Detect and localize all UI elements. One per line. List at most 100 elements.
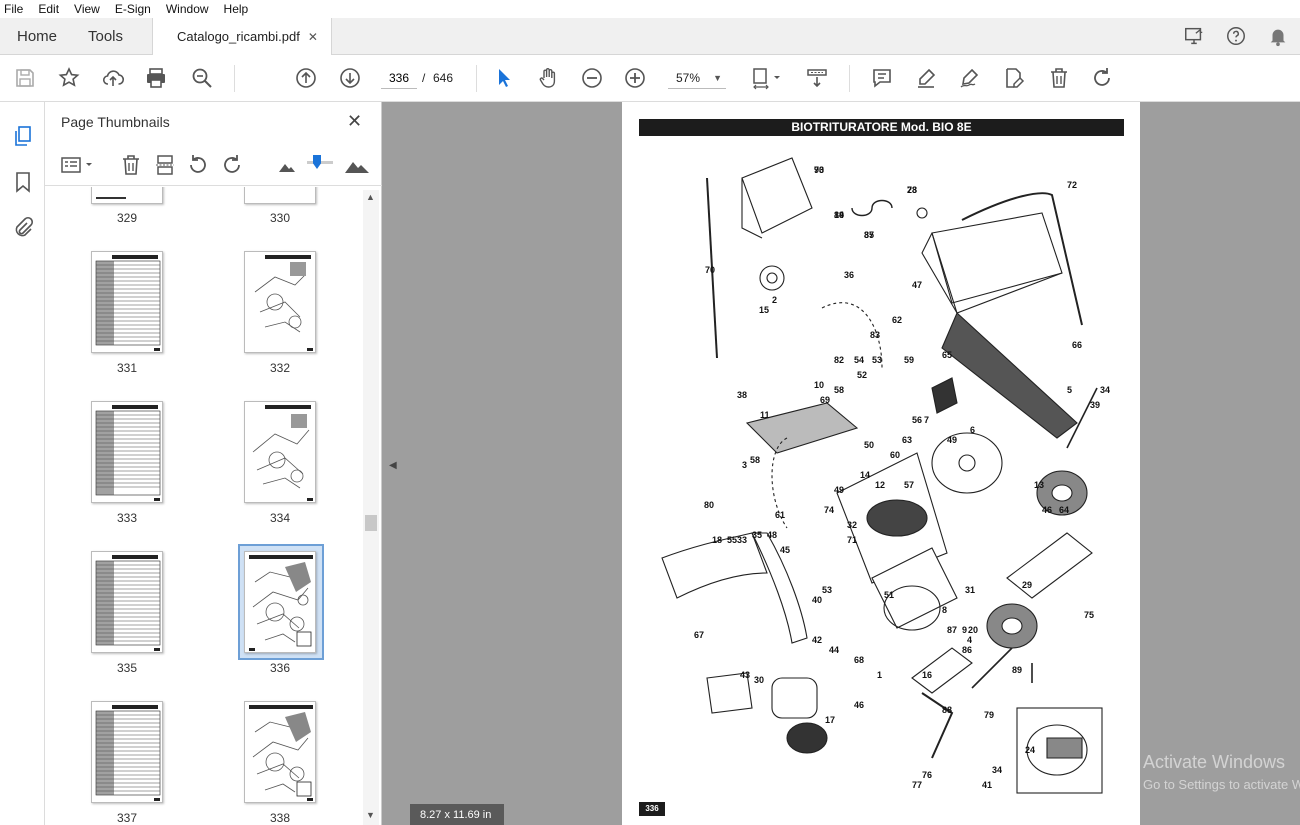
- part-number-label: 56: [912, 415, 922, 425]
- page-thumbnail-330[interactable]: [244, 187, 316, 204]
- delete-trash-icon[interactable]: [1047, 66, 1071, 90]
- page-thumbnail-333[interactable]: [91, 401, 163, 503]
- part-number-label: 80: [704, 500, 714, 510]
- page-thumbnail-334[interactable]: [244, 401, 316, 503]
- part-number-label: 41: [982, 780, 992, 790]
- part-number-label: 4: [967, 635, 972, 645]
- attachments-paperclip-icon[interactable]: [11, 216, 35, 240]
- next-page-icon[interactable]: [338, 66, 362, 90]
- menu-edit[interactable]: Edit: [38, 2, 59, 16]
- upload-cloud-icon[interactable]: [101, 66, 125, 90]
- total-pages: 646: [433, 71, 454, 85]
- scroll-mode-icon[interactable]: [805, 66, 829, 90]
- thumbnail-list: 329 330 331 332 333 334 335 336 337 338: [45, 187, 365, 825]
- part-number-label: 55: [727, 535, 737, 545]
- draw-sign-icon[interactable]: [958, 66, 982, 90]
- part-number-label: 33: [737, 535, 747, 545]
- page-footer-number: 336: [639, 802, 665, 816]
- notification-bell-icon[interactable]: [1267, 25, 1289, 47]
- smaller-thumbnails-icon[interactable]: [275, 153, 299, 177]
- thumbnail-options-icon[interactable]: [60, 153, 96, 177]
- save-icon[interactable]: [13, 66, 37, 90]
- page-thumbnail-332[interactable]: [244, 251, 316, 353]
- menu-bar: File Edit View E-Sign Window Help: [0, 0, 1300, 18]
- collapse-panel-arrow-icon[interactable]: ◀: [389, 460, 397, 471]
- page-number-input[interactable]: [381, 67, 417, 89]
- chevron-down-icon: ▼: [713, 73, 722, 83]
- part-number-label: 20: [968, 625, 978, 635]
- part-number-label: 74: [824, 505, 834, 515]
- tab-document[interactable]: Catalogo_ricambi.pdf ✕: [152, 18, 332, 55]
- larger-thumbnails-icon[interactable]: [343, 153, 371, 177]
- menu-help[interactable]: Help: [224, 2, 249, 16]
- previous-page-icon[interactable]: [294, 66, 318, 90]
- zoom-out-icon[interactable]: [580, 66, 604, 90]
- edit-pdf-icon[interactable]: [1002, 66, 1026, 90]
- help-icon[interactable]: [1225, 25, 1247, 47]
- part-number-label: 54: [854, 355, 864, 365]
- page-header-title: BIOTRITURATORE Mod. BIO 8E: [639, 119, 1124, 136]
- page-thumbnail-331[interactable]: [91, 251, 163, 353]
- page-thumbnail-338[interactable]: [244, 701, 316, 803]
- tab-document-label: Catalogo_ricambi.pdf: [177, 29, 300, 44]
- part-number-label: 44: [829, 645, 839, 655]
- zoom-in-icon[interactable]: [623, 66, 647, 90]
- part-number-label: 53: [872, 355, 882, 365]
- menu-window[interactable]: Window: [166, 2, 209, 16]
- thumbnail-toolbar: [45, 146, 382, 186]
- menu-esign[interactable]: E-Sign: [115, 2, 151, 16]
- thumbnail-size-slider-handle[interactable]: [313, 155, 321, 169]
- part-number-label: 29: [1022, 580, 1032, 590]
- rotate-icon[interactable]: [1090, 66, 1114, 90]
- part-number-label: 87: [947, 625, 957, 635]
- zoom-level-dropdown[interactable]: 57% ▼: [668, 67, 726, 89]
- close-tab-icon[interactable]: ✕: [308, 30, 318, 44]
- share-screen-icon[interactable]: [1183, 25, 1205, 47]
- bookmarks-icon[interactable]: [11, 170, 35, 194]
- insert-page-icon[interactable]: [153, 153, 177, 177]
- part-number-label: 39: [1090, 400, 1100, 410]
- part-number-label: 79: [984, 710, 994, 720]
- page-fit-icon[interactable]: [750, 66, 784, 90]
- menu-file[interactable]: File: [4, 2, 23, 16]
- highlight-pen-icon[interactable]: [914, 66, 938, 90]
- zoom-level-value: 57%: [676, 71, 701, 85]
- thumbnail-scrollbar[interactable]: ▲ ▼: [363, 190, 379, 825]
- part-number-label: 1: [877, 670, 882, 680]
- part-number-label: 8: [942, 605, 947, 615]
- menu-view[interactable]: View: [74, 2, 100, 16]
- page-thumbnail-335[interactable]: [91, 551, 163, 653]
- print-icon[interactable]: [144, 66, 168, 90]
- part-number-label: 34: [992, 765, 1002, 775]
- comment-icon[interactable]: [870, 66, 894, 90]
- part-number-label: 88: [942, 705, 952, 715]
- select-cursor-icon[interactable]: [492, 66, 516, 90]
- hand-pan-icon[interactable]: [536, 66, 560, 90]
- part-number-label: 12: [875, 480, 885, 490]
- delete-page-icon[interactable]: [119, 153, 143, 177]
- part-number-label: 58: [750, 455, 760, 465]
- scroll-down-icon[interactable]: ▼: [366, 810, 375, 820]
- bookmark-star-icon[interactable]: [57, 66, 81, 90]
- scroll-up-icon[interactable]: ▲: [366, 192, 375, 202]
- activate-windows-hint: Go to Settings to activate Windows.: [1143, 777, 1300, 792]
- pdf-page[interactable]: BIOTRITURATORE Mod. BIO 8E 73 84 85 23 7…: [622, 102, 1140, 825]
- part-number-label: 52: [857, 370, 867, 380]
- page-thumbnail-336[interactable]: [244, 551, 316, 653]
- tab-home[interactable]: Home: [17, 28, 57, 45]
- scrollbar-thumb[interactable]: [365, 515, 377, 531]
- thumbnail-label-330: 330: [269, 211, 291, 225]
- part-number-label: 42: [812, 635, 822, 645]
- left-navigation-rail: [0, 102, 45, 825]
- page-thumbnail-329[interactable]: [91, 187, 163, 204]
- rotate-counterclockwise-icon[interactable]: [186, 153, 210, 177]
- part-number-label: 34: [1100, 385, 1110, 395]
- page-thumbnail-337[interactable]: [91, 701, 163, 803]
- page-thumbnails-icon[interactable]: [11, 124, 35, 148]
- zoom-search-icon[interactable]: [190, 66, 214, 90]
- part-number-label: 49: [834, 485, 844, 495]
- tab-tools[interactable]: Tools: [88, 28, 123, 45]
- close-panel-icon[interactable]: ✕: [347, 111, 362, 132]
- rotate-clockwise-icon[interactable]: [220, 153, 244, 177]
- part-number-label: 31: [965, 585, 975, 595]
